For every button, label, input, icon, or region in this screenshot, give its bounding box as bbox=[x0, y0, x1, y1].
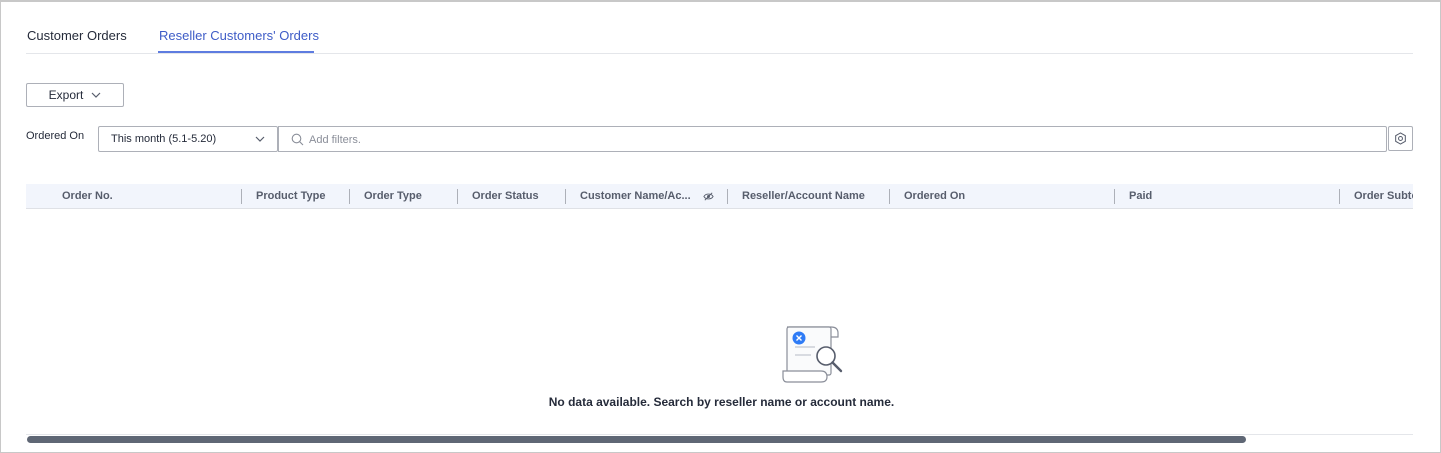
column-divider bbox=[241, 189, 242, 204]
column-divider bbox=[349, 189, 350, 204]
column-divider bbox=[1114, 189, 1115, 204]
export-button-label: Export bbox=[48, 88, 84, 102]
ordered-on-label: Ordered On bbox=[26, 130, 85, 142]
gear-icon bbox=[1395, 132, 1406, 145]
eye-icon[interactable] bbox=[703, 191, 714, 202]
active-tab-indicator bbox=[158, 51, 314, 53]
horizontal-scrollbar-thumb[interactable] bbox=[27, 436, 1246, 443]
table-header: Order No. Product Type Order Type Order … bbox=[26, 184, 1413, 209]
chevron-down-icon bbox=[255, 136, 265, 142]
column-customer-name[interactable]: Customer Name/Ac... bbox=[580, 184, 691, 208]
search-icon bbox=[291, 133, 304, 146]
export-button[interactable]: Export bbox=[26, 83, 124, 107]
tab-bar: Customer Orders Reseller Customers' Orde… bbox=[26, 16, 1413, 54]
empty-state-message: No data available. Search by reseller na… bbox=[548, 395, 895, 409]
column-order-type[interactable]: Order Type bbox=[364, 184, 422, 208]
column-divider bbox=[727, 189, 728, 204]
column-divider bbox=[889, 189, 890, 204]
column-divider bbox=[1339, 189, 1340, 204]
column-ordered-on[interactable]: Ordered On bbox=[904, 184, 965, 208]
table-settings-button[interactable] bbox=[1388, 126, 1413, 151]
horizontal-scroll-track bbox=[26, 434, 1413, 435]
orders-panel: Customer Orders Reseller Customers' Orde… bbox=[0, 0, 1441, 453]
column-divider bbox=[457, 189, 458, 204]
tab-customer-orders[interactable]: Customer Orders bbox=[27, 28, 127, 44]
filter-search-input[interactable] bbox=[309, 131, 1369, 148]
column-product-type[interactable]: Product Type bbox=[256, 184, 325, 208]
tab-reseller-customers-orders[interactable]: Reseller Customers' Orders bbox=[159, 28, 319, 44]
column-order-subtotal[interactable]: Order Subto bbox=[1354, 184, 1413, 208]
date-range-value: This month (5.1-5.20) bbox=[111, 133, 217, 145]
column-reseller-account-name[interactable]: Reseller/Account Name bbox=[742, 184, 865, 208]
column-order-no[interactable]: Order No. bbox=[62, 184, 113, 208]
column-divider bbox=[565, 189, 566, 204]
date-range-select[interactable]: This month (5.1-5.20) bbox=[98, 126, 278, 152]
column-paid[interactable]: Paid bbox=[1129, 184, 1152, 208]
filter-search-box bbox=[278, 126, 1387, 152]
column-order-status[interactable]: Order Status bbox=[472, 184, 539, 208]
chevron-down-icon bbox=[91, 92, 101, 98]
no-data-icon bbox=[782, 326, 843, 383]
